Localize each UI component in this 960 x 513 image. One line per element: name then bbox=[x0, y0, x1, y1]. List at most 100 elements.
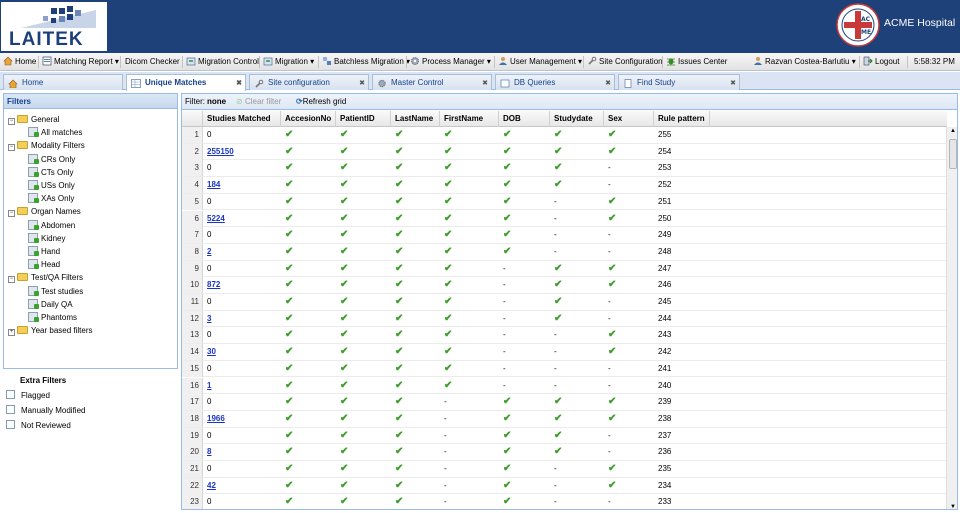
tab-home[interactable]: Home bbox=[3, 74, 123, 90]
studies-link[interactable]: 3 bbox=[207, 314, 211, 323]
tab-find-study[interactable]: Find Study ✖ bbox=[618, 74, 740, 90]
filter-item[interactable]: USs Only bbox=[28, 179, 75, 192]
menu-migration[interactable]: Migration ▾ bbox=[263, 53, 314, 71]
studies-link[interactable]: 5224 bbox=[207, 214, 225, 223]
refresh-grid-button[interactable]: ⟳Refresh grid bbox=[296, 94, 346, 109]
table-row[interactable]: 12 3 ✔ ✔ ✔ ✔ - ✔ - 244 bbox=[182, 310, 947, 328]
filter-item[interactable]: Hand bbox=[28, 245, 60, 258]
filter-item[interactable]: Phantoms bbox=[28, 311, 77, 324]
studies-link[interactable]: 255150 bbox=[207, 147, 234, 156]
studies-matched-cell[interactable]: 2 bbox=[203, 244, 281, 260]
scroll-thumb[interactable] bbox=[949, 139, 957, 169]
filter-item[interactable]: Daily QA bbox=[28, 298, 73, 311]
filter-item[interactable]: CRs Only bbox=[28, 153, 75, 166]
menu-user-management[interactable]: User Management ▾ bbox=[498, 53, 582, 71]
table-row[interactable]: 18 1966 ✔ ✔ ✔ - ✔ ✔ ✔ 238 bbox=[182, 410, 947, 428]
table-row[interactable]: 1 0 ✔ ✔ ✔ ✔ ✔ ✔ ✔ 255 bbox=[182, 127, 947, 144]
studies-link[interactable]: 872 bbox=[207, 280, 220, 289]
table-row[interactable]: 10 872 ✔ ✔ ✔ ✔ - ✔ ✔ 246 bbox=[182, 277, 947, 294]
close-icon[interactable]: ✖ bbox=[605, 76, 611, 91]
scroll-up-icon[interactable]: ▲ bbox=[950, 128, 956, 134]
studies-link[interactable]: 2 bbox=[207, 247, 211, 256]
column-header[interactable]: Sex bbox=[604, 111, 654, 127]
collapse-icon[interactable]: − bbox=[8, 144, 15, 152]
menu-matching-report[interactable]: Matching Report ▾ bbox=[42, 53, 119, 71]
table-row[interactable]: 8 2 ✔ ✔ ✔ ✔ ✔ - - 248 bbox=[182, 243, 947, 261]
close-icon[interactable]: ✖ bbox=[730, 76, 736, 91]
filter-group[interactable]: + Year based filters bbox=[8, 324, 93, 337]
studies-matched-cell[interactable]: 1966 bbox=[203, 411, 281, 427]
filter-item[interactable]: Head bbox=[28, 258, 60, 271]
table-row[interactable]: 4 184 ✔ ✔ ✔ ✔ ✔ ✔ - 252 bbox=[182, 177, 947, 194]
filter-group[interactable]: − General bbox=[8, 113, 59, 126]
filter-item[interactable]: XAs Only bbox=[28, 192, 74, 205]
column-header[interactable]: DOB bbox=[499, 111, 550, 127]
studies-link[interactable]: 1 bbox=[207, 381, 211, 390]
studies-matched-cell[interactable]: 42 bbox=[203, 478, 281, 494]
studies-matched-cell[interactable]: 8 bbox=[203, 444, 281, 460]
tab-db-queries[interactable]: DB Queries ✖ bbox=[495, 74, 615, 90]
table-row[interactable]: 5 0 ✔ ✔ ✔ ✔ ✔ - ✔ 251 bbox=[182, 193, 947, 211]
table-row[interactable]: 3 0 ✔ ✔ ✔ ✔ ✔ ✔ - 253 bbox=[182, 160, 947, 178]
column-header[interactable]: PatientID bbox=[336, 111, 391, 127]
filter-group[interactable]: − Organ Names bbox=[8, 205, 81, 218]
menu-site-configuration[interactable]: Site Configuration bbox=[587, 53, 663, 71]
menu-current-user[interactable]: Razvan Costea-Barlutiu ▾ bbox=[753, 53, 856, 71]
not-reviewed-checkbox[interactable] bbox=[6, 420, 15, 429]
column-header[interactable]: Studies Matched bbox=[203, 111, 281, 127]
flagged-checkbox[interactable] bbox=[6, 390, 15, 399]
column-header[interactable]: Studydate bbox=[550, 111, 604, 127]
clear-filter-button[interactable]: ⊘ Clear filter bbox=[236, 94, 281, 109]
table-row[interactable]: 13 0 ✔ ✔ ✔ ✔ - - ✔ 243 bbox=[182, 327, 947, 345]
studies-link[interactable]: 30 bbox=[207, 347, 216, 356]
tab-master-control[interactable]: Master Control ✖ bbox=[372, 74, 492, 90]
studies-matched-cell[interactable]: 872 bbox=[203, 277, 281, 293]
table-row[interactable]: 23 0 ✔ ✔ ✔ - ✔ - - 233 bbox=[182, 494, 947, 509]
table-row[interactable]: 22 42 ✔ ✔ ✔ - ✔ - ✔ 234 bbox=[182, 477, 947, 495]
studies-matched-cell[interactable]: 3 bbox=[203, 311, 281, 327]
column-header[interactable]: AccesionNo bbox=[281, 111, 336, 127]
manually-modified-checkbox[interactable] bbox=[6, 405, 15, 414]
menu-process-manager[interactable]: Process Manager ▾ bbox=[410, 53, 491, 71]
column-header[interactable]: FirstName bbox=[440, 111, 499, 127]
filter-item[interactable]: Test studies bbox=[28, 285, 83, 298]
menu-dicom-checker[interactable]: Dicom Checker bbox=[125, 53, 180, 71]
menu-issues-center[interactable]: Issues Center bbox=[666, 53, 727, 71]
table-row[interactable]: 9 0 ✔ ✔ ✔ ✔ - ✔ ✔ 247 bbox=[182, 260, 947, 278]
column-header[interactable]: Rule pattern bbox=[654, 111, 710, 127]
studies-matched-cell[interactable]: 255150 bbox=[203, 144, 281, 160]
table-row[interactable]: 14 30 ✔ ✔ ✔ ✔ - - ✔ 242 bbox=[182, 344, 947, 361]
close-icon[interactable]: ✖ bbox=[482, 76, 488, 91]
collapse-icon[interactable]: − bbox=[8, 210, 15, 218]
collapse-icon[interactable]: − bbox=[8, 276, 15, 284]
menu-logout[interactable]: Logout bbox=[863, 53, 899, 71]
filter-item[interactable]: Kidney bbox=[28, 232, 65, 245]
scroll-down-icon[interactable]: ▼ bbox=[950, 504, 956, 509]
vertical-scrollbar[interactable]: ▲ ▼ bbox=[946, 127, 957, 509]
table-row[interactable]: 2 255150 ✔ ✔ ✔ ✔ ✔ ✔ ✔ 254 bbox=[182, 143, 947, 161]
table-row[interactable]: 16 1 ✔ ✔ ✔ ✔ - - - 240 bbox=[182, 377, 947, 395]
filter-item[interactable]: CTs Only bbox=[28, 166, 73, 179]
filter-item[interactable]: All matches bbox=[28, 126, 82, 139]
menu-batchless-migration[interactable]: Batchless Migration ▾ bbox=[322, 53, 410, 71]
table-row[interactable]: 21 0 ✔ ✔ ✔ - ✔ - ✔ 235 bbox=[182, 461, 947, 478]
close-icon[interactable]: ✖ bbox=[359, 76, 365, 91]
filter-group[interactable]: − Test/QA Filters bbox=[8, 271, 83, 284]
table-row[interactable]: 15 0 ✔ ✔ ✔ ✔ - - - 241 bbox=[182, 360, 947, 378]
studies-matched-cell[interactable]: 30 bbox=[203, 344, 281, 360]
table-row[interactable]: 7 0 ✔ ✔ ✔ ✔ ✔ - - 249 bbox=[182, 227, 947, 244]
studies-link[interactable]: 8 bbox=[207, 447, 211, 456]
studies-matched-cell[interactable]: 184 bbox=[203, 177, 281, 193]
studies-matched-cell[interactable]: 5224 bbox=[203, 211, 281, 227]
studies-matched-cell[interactable]: 1 bbox=[203, 378, 281, 394]
tab-site-configuration[interactable]: Site configuration ✖ bbox=[249, 74, 369, 90]
studies-link[interactable]: 42 bbox=[207, 481, 216, 490]
table-row[interactable]: 19 0 ✔ ✔ ✔ - ✔ ✔ - 237 bbox=[182, 427, 947, 445]
expand-icon[interactable]: + bbox=[8, 329, 15, 337]
tab-unique-matches[interactable]: Unique Matches ✖ bbox=[126, 74, 246, 91]
collapse-icon[interactable]: − bbox=[8, 118, 15, 125]
studies-link[interactable]: 1966 bbox=[207, 414, 225, 423]
menu-migration-control[interactable]: Migration Control bbox=[186, 53, 259, 71]
table-row[interactable]: 11 0 ✔ ✔ ✔ ✔ - ✔ - 245 bbox=[182, 294, 947, 311]
close-icon[interactable]: ✖ bbox=[236, 76, 242, 91]
